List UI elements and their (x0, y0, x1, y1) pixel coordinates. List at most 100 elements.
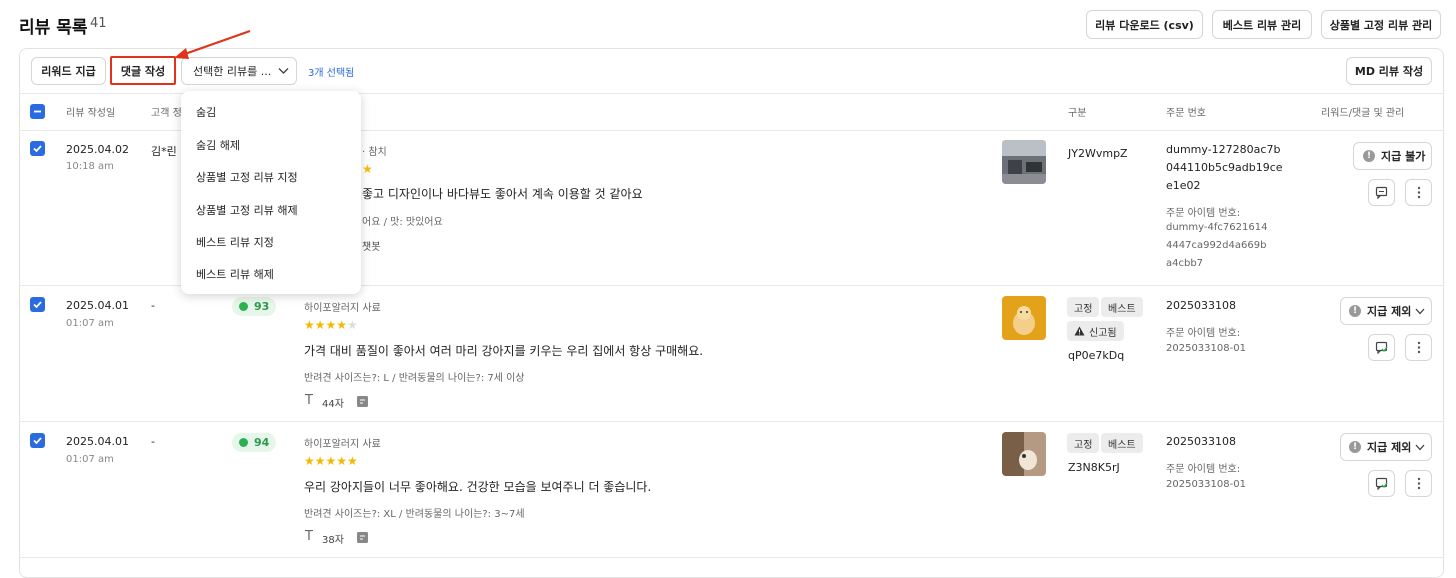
annotation-arrow-icon (174, 29, 251, 59)
chevron-down-icon (1415, 308, 1425, 315)
review-time: 10:18 am (66, 161, 114, 172)
review-text: 가격 대비 품질이 좋아서 여러 마리 강아지를 키우는 우리 집에서 항상 구… (304, 344, 704, 358)
menu-item-unset-best[interactable]: 베스트 리뷰 해제 (196, 266, 274, 282)
bulk-action-label: 선택한 리뷰를 ... (193, 65, 272, 78)
order-item-label: 주문 아이템 번호: (1166, 208, 1241, 219)
memo-icon (357, 396, 368, 407)
review-options: 어요 / 맛: 맛있어요 (362, 217, 443, 228)
review-text: 우리 강아지들이 너무 좋아해요. 건강한 모습을 보여주니 더 좋습니다. (304, 480, 652, 494)
order-number: 2025033108 (1166, 299, 1236, 312)
best-review-manage-button[interactable]: 베스트 리뷰 관리 (1212, 10, 1312, 39)
review-time: 01:07 am (66, 454, 114, 465)
more-icon (1417, 186, 1420, 199)
md-review-button[interactable]: MD 리뷰 작성 (1346, 57, 1432, 85)
more-button[interactable] (1405, 179, 1432, 206)
reward-status-button[interactable]: ! 지급 불가 (1353, 142, 1432, 170)
row-checkbox[interactable] (30, 297, 45, 312)
score-dot-icon (239, 438, 248, 447)
score-badge: 93 (232, 297, 277, 316)
warning-icon (1074, 326, 1085, 336)
product-name: 하이포알러지 사료 (304, 439, 381, 450)
order-item-line-3: a4cbb7 (1166, 258, 1204, 269)
order-item-line-2: 4447ca992d4a669b (1166, 240, 1267, 251)
reward-status-select[interactable]: ! 지급 제외 (1340, 297, 1432, 325)
order-number-line-2: 044110b5c9adb19ce (1166, 161, 1283, 174)
order-number-line-1: dummy-127280ac7b (1166, 143, 1281, 156)
customer-name: - (151, 299, 155, 312)
column-order: 주문 번호 (1166, 108, 1206, 119)
reward-status-select[interactable]: ! 지급 제외 (1340, 433, 1432, 461)
column-customer: 고객 정 (151, 108, 182, 119)
review-count: 41 (90, 16, 107, 31)
reward-button[interactable]: 리워드 지급 (31, 57, 106, 85)
more-button[interactable] (1405, 470, 1432, 497)
score-dot-icon (239, 302, 248, 311)
product-name: · 참치 (362, 147, 387, 158)
row-checkbox[interactable] (30, 141, 45, 156)
menu-item-fix-product-review[interactable]: 상품별 고정 리뷰 지정 (196, 169, 298, 185)
reported-label: 신고됨 (1089, 327, 1117, 339)
reply-comment-button[interactable] (1368, 470, 1395, 497)
menu-item-unhide[interactable]: 숨김 해제 (196, 137, 240, 153)
more-icon (1417, 341, 1420, 354)
review-date: 2025.04.02 (66, 143, 129, 156)
column-manage: 리워드/댓글 및 관리 (1321, 108, 1405, 119)
review-photo[interactable] (1002, 140, 1046, 184)
score-value: 93 (254, 300, 270, 313)
order-number: 2025033108 (1166, 435, 1236, 448)
review-options: 반려견 사이즈는?: XL / 반려동물의 나이는?: 3~7세 (304, 509, 525, 520)
review-length: 38자 (322, 535, 344, 546)
review-photo[interactable] (1002, 296, 1046, 340)
reply-comment-icon (1375, 477, 1388, 490)
reward-status-label: 지급 불가 (1381, 150, 1426, 163)
reply-comment-button[interactable] (1368, 334, 1395, 361)
customer-name: - (151, 435, 155, 448)
tag-best: 베스트 (1101, 297, 1143, 317)
row-divider (19, 557, 1443, 558)
download-csv-button[interactable]: 리뷰 다운로드 (csv) (1086, 10, 1203, 39)
menu-item-set-best[interactable]: 베스트 리뷰 지정 (196, 234, 274, 250)
more-icon (1417, 477, 1420, 490)
text-length-icon: T (305, 393, 313, 408)
tag-fixed: 고정 (1067, 297, 1100, 317)
reward-status-label: 지급 제외 (1367, 305, 1412, 318)
row-checkbox[interactable] (30, 433, 45, 448)
order-item-label: 주문 아이템 번호: (1166, 328, 1241, 339)
exclamation-icon: ! (1363, 150, 1375, 162)
selected-count: 3개 선택됨 (308, 68, 355, 79)
bulk-action-menu: 숨김 숨김 해제 상품별 고정 리뷰 지정 상품별 고정 리뷰 해제 베스트 리… (181, 91, 361, 294)
review-options: 반려견 사이즈는?: L / 반려동물의 나이는?: 7세 이상 (304, 373, 525, 384)
comment-icon (1375, 186, 1388, 199)
column-type: 구분 (1068, 108, 1087, 119)
score-badge: 94 (232, 433, 277, 452)
reward-status-label: 지급 제외 (1367, 441, 1412, 454)
review-date: 2025.04.01 (66, 435, 129, 448)
fixed-review-manage-button[interactable]: 상품별 고정 리뷰 관리 (1321, 10, 1441, 39)
page-title: 리뷰 목록 (19, 18, 88, 38)
menu-item-hide[interactable]: 숨김 (196, 104, 216, 120)
rating-stars: ★ (362, 162, 373, 176)
order-number-line-3: e1e02 (1166, 179, 1201, 192)
menu-item-unfix-product-review[interactable]: 상품별 고정 리뷰 해제 (196, 202, 298, 218)
tag-reported: 신고됨 (1067, 321, 1124, 341)
reply-comment-icon (1375, 341, 1388, 354)
text-length-icon: T (305, 529, 313, 544)
exclamation-icon: ! (1349, 441, 1361, 453)
customer-name: 김*린 (151, 145, 177, 158)
select-all-checkbox[interactable] (30, 104, 45, 119)
review-photo[interactable] (1002, 432, 1046, 476)
reply-write-button[interactable]: 댓글 작성 (110, 56, 176, 85)
product-name: 하이포알러지 사료 (304, 303, 381, 314)
order-item-line-1: dummy-4fc7621614 (1166, 222, 1268, 233)
type-code: JY2WvmpZ (1068, 147, 1128, 160)
order-item-label: 주문 아이템 번호: (1166, 464, 1241, 475)
column-date: 리뷰 작성일 (66, 108, 116, 119)
tag-best: 베스트 (1101, 433, 1143, 453)
comment-button[interactable] (1368, 179, 1395, 206)
rating-stars: ★★★★★ (304, 318, 358, 332)
more-button[interactable] (1405, 334, 1432, 361)
review-length: 44자 (322, 399, 344, 410)
row-divider (19, 421, 1443, 422)
type-code: Z3N8K5rJ (1068, 461, 1120, 474)
rating-stars: ★★★★★ (304, 454, 358, 468)
